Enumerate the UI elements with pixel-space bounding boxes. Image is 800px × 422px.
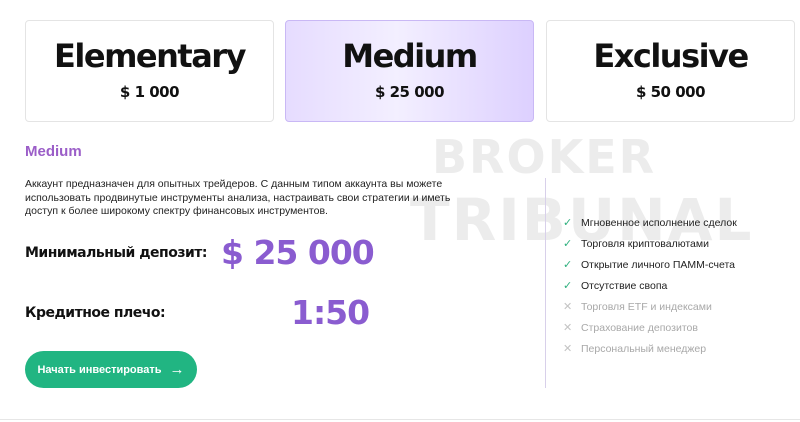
plan-name: Elementary — [54, 37, 246, 75]
min-deposit-label: Минимальный депозит: — [25, 245, 208, 261]
feature-text: Персональный менеджер — [581, 342, 707, 355]
plan-name: Exclusive — [593, 37, 749, 75]
vertical-divider — [545, 178, 546, 388]
feature-text: Торговля криптовалютами — [581, 237, 709, 250]
plan-selector: Elementary $ 1 000 Medium $ 25 000 Exclu… — [25, 20, 795, 122]
cross-icon: ✕ — [563, 301, 573, 313]
check-icon: ✓ — [563, 238, 573, 250]
check-icon: ✓ — [563, 217, 573, 229]
plan-price: $ 50 000 — [635, 83, 706, 101]
plan-price: $ 1 000 — [119, 83, 180, 101]
check-icon: ✓ — [563, 259, 573, 271]
bottom-divider — [0, 419, 800, 420]
feature-list: ✓ Мгновенное исполнение сделок ✓ Торговл… — [563, 212, 793, 359]
plan-card-medium[interactable]: Medium $ 25 000 — [285, 20, 534, 122]
start-investing-label: Начать инвестировать — [37, 363, 162, 376]
watermark-broker: BROKER — [432, 130, 657, 184]
cross-icon: ✕ — [563, 343, 573, 355]
feature-text: Торговля ETF и индексами — [581, 300, 712, 313]
feature-item: ✕ Персональный менеджер — [563, 338, 793, 359]
leverage-label: Кредитное плечо: — [25, 305, 166, 321]
feature-item: ✓ Мгновенное исполнение сделок — [563, 212, 793, 233]
plan-details-title: Medium — [25, 143, 82, 160]
arrow-right-icon: → — [169, 361, 185, 378]
feature-item: ✓ Отсутствие свопа — [563, 275, 793, 296]
start-investing-button[interactable]: Начать инвестировать → — [25, 351, 197, 388]
feature-item: ✕ Страхование депозитов — [563, 317, 793, 338]
check-icon: ✓ — [563, 280, 573, 292]
plan-description: Аккаунт предназначен для опытных трейдер… — [25, 178, 451, 217]
feature-item: ✓ Открытие личного ПАММ-счета — [563, 254, 793, 275]
feature-item: ✕ Торговля ETF и индексами — [563, 296, 793, 317]
plan-name: Medium — [342, 37, 478, 75]
plan-card-elementary[interactable]: Elementary $ 1 000 — [25, 20, 274, 122]
min-deposit-value: $ 25 000 — [221, 233, 375, 272]
plan-price: $ 25 000 — [374, 83, 445, 101]
leverage-value: 1:50 — [291, 293, 370, 332]
feature-text: Открытие личного ПАММ-счета — [581, 258, 736, 271]
feature-text: Отсутствие свопа — [581, 279, 668, 292]
feature-text: Страхование депозитов — [581, 321, 698, 334]
feature-text: Мгновенное исполнение сделок — [581, 216, 737, 229]
cross-icon: ✕ — [563, 322, 573, 334]
plan-card-exclusive[interactable]: Exclusive $ 50 000 — [546, 20, 795, 122]
feature-item: ✓ Торговля криптовалютами — [563, 233, 793, 254]
